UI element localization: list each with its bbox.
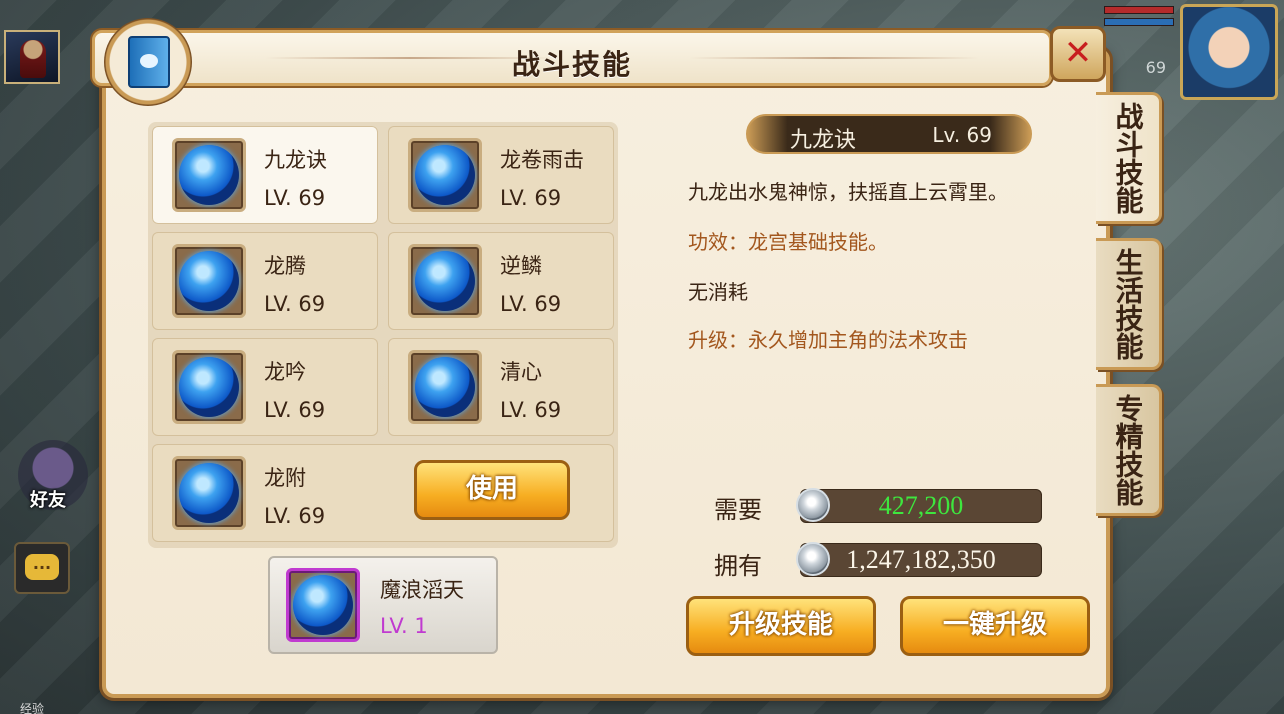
- special-skill-name: 魔浪滔天: [380, 578, 464, 602]
- friend-label: 好友: [30, 490, 66, 511]
- skill-level: LV. 69: [500, 186, 562, 210]
- pet-avatar[interactable]: [4, 30, 60, 84]
- skill-name: 龙腾: [264, 254, 306, 278]
- tab-life-skills[interactable]: 生活技能: [1096, 238, 1162, 370]
- skill-level: LV. 69: [500, 398, 562, 422]
- skill-level: LV. 69: [264, 504, 326, 528]
- skill-name: 龙附: [264, 466, 306, 490]
- skill-cost: 无消耗: [688, 280, 748, 304]
- skill-card[interactable]: 九龙诀 LV. 69: [152, 126, 378, 224]
- tab-combat-skills[interactable]: 战斗技能: [1096, 92, 1162, 224]
- skill-name: 清心: [500, 360, 542, 384]
- mp-bar: [1104, 18, 1174, 26]
- detail-header: 九龙诀 Lv. 69: [746, 114, 1032, 154]
- upgrade-all-button[interactable]: 一键升级: [900, 596, 1090, 656]
- dragon-skill-icon: [172, 138, 246, 212]
- close-icon: ✕: [1063, 33, 1093, 73]
- skill-level: LV. 69: [500, 292, 562, 316]
- dragon-rise-skill-icon: [172, 244, 246, 318]
- silver-coin-icon: [796, 542, 830, 576]
- skill-card[interactable]: 龙卷雨击 LV. 69: [388, 126, 614, 224]
- silver-coin-icon: [796, 488, 830, 522]
- need-value: 427,200: [800, 489, 1042, 523]
- skill-name: 逆鳞: [500, 254, 542, 278]
- title-bar: 战斗技能: [92, 30, 1052, 86]
- close-button[interactable]: ✕: [1050, 26, 1106, 82]
- skill-card[interactable]: 逆鳞 LV. 69: [388, 232, 614, 330]
- detail-skill-level: Lv. 69: [932, 123, 992, 147]
- skill-card[interactable]: 龙吟 LV. 69: [152, 338, 378, 436]
- need-label: 需要: [714, 496, 762, 524]
- skill-description: 九龙出水鬼神惊，扶摇直上云霄里。: [688, 180, 1008, 204]
- tornado-skill-icon: [408, 138, 482, 212]
- special-skill-card[interactable]: 魔浪滔天 LV. 1: [268, 556, 498, 654]
- own-label: 拥有: [714, 552, 762, 580]
- special-skill-level: LV. 1: [380, 614, 428, 638]
- skill-level: LV. 69: [264, 398, 326, 422]
- hp-bar: [1104, 6, 1174, 14]
- clear-mind-skill-icon: [408, 350, 482, 424]
- use-button[interactable]: 使用: [414, 460, 570, 520]
- player-avatar[interactable]: [1180, 4, 1278, 100]
- dragon-scale-skill-icon: [408, 244, 482, 318]
- page-title: 战斗技能: [511, 48, 632, 81]
- chat-icon: ...: [25, 554, 59, 580]
- skill-upgrade-info: 升级：永久增加主角的法术攻击: [688, 328, 968, 352]
- own-value: 1,247,182,350: [800, 543, 1042, 577]
- player-level: 69: [1145, 58, 1166, 77]
- demon-wave-skill-icon: [286, 568, 360, 642]
- skill-name: 龙卷雨击: [500, 148, 584, 172]
- tab-specialty-skills[interactable]: 专精技能: [1096, 384, 1162, 516]
- skill-level: LV. 69: [264, 292, 326, 316]
- skill-card[interactable]: 龙附 LV. 69 使用: [152, 444, 614, 542]
- upgrade-skill-button[interactable]: 升级技能: [686, 596, 876, 656]
- skill-name: 九龙诀: [264, 148, 327, 172]
- skill-name: 龙吟: [264, 360, 306, 384]
- skill-card[interactable]: 龙腾 LV. 69: [152, 232, 378, 330]
- skill-list: 九龙诀 LV. 69 龙卷雨击 LV. 69 龙腾 LV. 69 逆鳞 LV. …: [148, 122, 618, 548]
- dragon-roar-skill-icon: [172, 350, 246, 424]
- skill-level: LV. 69: [264, 186, 326, 210]
- skill-book-icon: [104, 18, 192, 106]
- wave-skill-icon: [172, 456, 246, 530]
- chat-button[interactable]: ...: [14, 542, 70, 594]
- detail-skill-name: 九龙诀: [790, 128, 857, 153]
- player-status-bars: [1104, 6, 1174, 30]
- skill-effect: 功效：龙宫基础技能。: [688, 230, 888, 254]
- exp-label: 经验: [20, 702, 45, 714]
- skill-card[interactable]: 清心 LV. 69: [388, 338, 614, 436]
